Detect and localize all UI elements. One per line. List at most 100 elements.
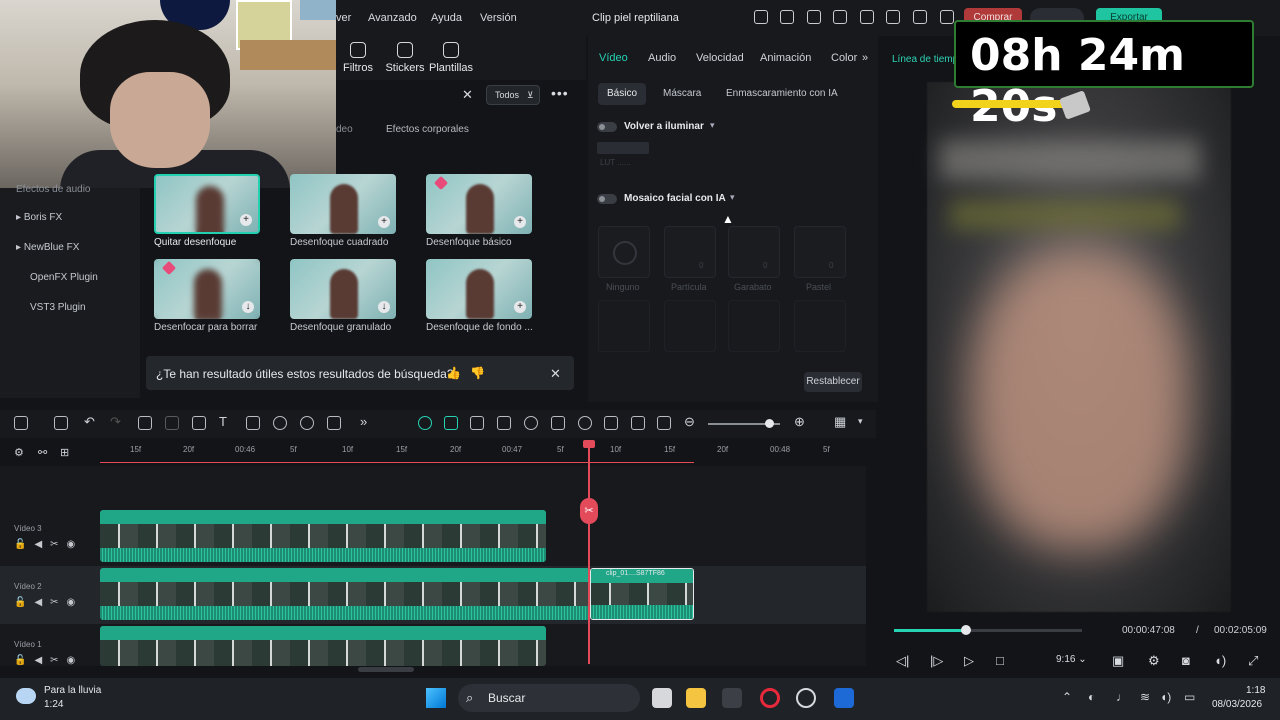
crop-icon[interactable] bbox=[192, 416, 206, 430]
effect-thumb-grain-blur[interactable]: ↓ bbox=[290, 259, 396, 319]
subtab-ai-mask[interactable]: Enmascaramiento con IA bbox=[726, 88, 838, 99]
chatgpt-icon[interactable] bbox=[796, 688, 816, 708]
search-clear-icon[interactable]: ✕ bbox=[462, 87, 473, 103]
timer-icon[interactable] bbox=[300, 416, 314, 430]
unlink-icon[interactable]: ⚯ bbox=[38, 446, 47, 459]
audio-duck-icon[interactable] bbox=[631, 416, 645, 430]
keyframe-icon[interactable] bbox=[327, 416, 341, 430]
zoom-out-icon[interactable]: ⊖ bbox=[684, 414, 695, 430]
mic-icon[interactable]: ♩ bbox=[1116, 690, 1128, 704]
playback-knob[interactable] bbox=[961, 625, 971, 635]
sidebar-item-boris-fx[interactable]: ▸ Boris FX bbox=[16, 212, 62, 223]
mosaic-none[interactable] bbox=[598, 226, 650, 278]
tab-body-effects[interactable]: Efectos corporales bbox=[386, 124, 469, 135]
volume-icon[interactable]: ◖) bbox=[1160, 690, 1171, 704]
more-icon[interactable]: ••• bbox=[551, 85, 569, 101]
templates-tool[interactable]: Plantillas bbox=[429, 40, 473, 74]
mosaic-option[interactable] bbox=[664, 300, 716, 352]
mosaic-option[interactable] bbox=[728, 300, 780, 352]
zoom-knob[interactable] bbox=[765, 419, 774, 428]
tab-video[interactable]: deo bbox=[336, 124, 353, 135]
reset-button[interactable]: Restablecer bbox=[804, 372, 862, 392]
download-icon[interactable]: ↓ bbox=[378, 301, 390, 313]
undo-icon[interactable]: ↶ bbox=[84, 414, 95, 430]
track-controls[interactable]: 🔓◀✂◉ bbox=[14, 539, 83, 550]
clock-date[interactable]: 08/03/2026 bbox=[1212, 699, 1262, 710]
add-icon[interactable]: + bbox=[514, 216, 526, 228]
add-icon[interactable]: + bbox=[240, 214, 252, 226]
mic-icon[interactable] bbox=[578, 416, 592, 430]
add-icon[interactable]: + bbox=[514, 301, 526, 313]
effect-thumb-blur-to-erase[interactable]: ↓ bbox=[154, 259, 260, 319]
delete-icon[interactable] bbox=[138, 416, 152, 430]
filter-dropdown[interactable]: Todos ⊻ bbox=[486, 85, 540, 105]
save-icon[interactable] bbox=[860, 10, 874, 24]
mosaic-option[interactable] bbox=[794, 300, 846, 352]
playhead[interactable] bbox=[588, 444, 590, 664]
battery-icon[interactable]: ▭ bbox=[1184, 690, 1195, 704]
speed-icon[interactable] bbox=[273, 416, 287, 430]
play-icon[interactable]: ▷ bbox=[964, 653, 974, 669]
close-icon[interactable]: ✕ bbox=[550, 366, 561, 382]
fullscreen-icon[interactable]: ⤢ bbox=[1248, 653, 1258, 669]
sidebar-item-newblue-fx[interactable]: ▸ NewBlue FX bbox=[16, 242, 79, 253]
menu-item-avanzado[interactable]: Avanzado bbox=[368, 12, 417, 24]
tab-speed[interactable]: Velocidad bbox=[696, 52, 744, 64]
task-view-icon[interactable] bbox=[652, 688, 672, 708]
thumbs-up-icon[interactable]: 👍 bbox=[446, 366, 461, 380]
track-controls[interactable]: 🔓◀✂◉ bbox=[14, 597, 83, 608]
chevron-up-icon[interactable]: ⌃ bbox=[1062, 690, 1072, 704]
ai-tool-icon[interactable] bbox=[246, 416, 260, 430]
track-controls[interactable]: 🔓◀✂◉ bbox=[14, 655, 83, 666]
download-icon[interactable]: ↓ bbox=[242, 301, 254, 313]
text-icon[interactable]: T bbox=[219, 414, 227, 429]
subtab-basic[interactable]: Básico bbox=[598, 83, 646, 105]
sidebar-item-vst3[interactable]: VST3 Plugin bbox=[30, 302, 86, 313]
weather-icon[interactable] bbox=[16, 688, 36, 704]
filmora-icon[interactable] bbox=[834, 688, 854, 708]
color-icon[interactable] bbox=[524, 416, 538, 430]
aspect-ratio-dropdown[interactable]: 9:16 ⌄ bbox=[1056, 654, 1087, 665]
terminal-icon[interactable] bbox=[722, 688, 742, 708]
filters-tool[interactable]: Filtros bbox=[336, 40, 380, 74]
menu-item-version[interactable]: Versión bbox=[480, 12, 517, 24]
mosaic-pastel[interactable]: 0 bbox=[794, 226, 846, 278]
prev-frame-icon[interactable]: ◁| bbox=[896, 653, 909, 669]
snap-icon[interactable] bbox=[444, 416, 458, 430]
send-icon[interactable] bbox=[780, 10, 794, 24]
tab-audio[interactable]: Audio bbox=[648, 52, 676, 64]
timeline-clip[interactable] bbox=[100, 510, 546, 562]
subtitle-icon[interactable] bbox=[657, 416, 671, 430]
shield-icon[interactable] bbox=[551, 416, 565, 430]
meet-icon[interactable]: ◐ bbox=[1088, 690, 1095, 704]
timeline-clip[interactable] bbox=[100, 568, 590, 620]
tab-animation[interactable]: Animación bbox=[760, 52, 811, 64]
mosaic-scribble[interactable]: 0 bbox=[728, 226, 780, 278]
camera-icon[interactable]: ◙ bbox=[1182, 653, 1190, 668]
monitor-icon[interactable] bbox=[833, 10, 847, 24]
mosaic-toggle[interactable] bbox=[597, 194, 617, 204]
clipboard-icon[interactable] bbox=[807, 10, 821, 24]
cut-icon[interactable] bbox=[165, 416, 179, 430]
chevron-down-icon[interactable]: ▾ bbox=[858, 416, 863, 427]
grid-icon[interactable] bbox=[940, 10, 954, 24]
select-icon[interactable] bbox=[54, 416, 68, 430]
thumbs-down-icon[interactable]: 👎 bbox=[470, 366, 485, 380]
chevron-right-icon[interactable]: » bbox=[862, 52, 868, 64]
chevron-down-icon[interactable]: ▾ bbox=[710, 120, 715, 131]
menu-item-ayuda[interactable]: Ayuda bbox=[431, 12, 462, 24]
taskbar-search[interactable] bbox=[458, 684, 640, 712]
windows-start-icon[interactable] bbox=[426, 688, 446, 708]
effect-thumb-background-blur[interactable]: + bbox=[426, 259, 532, 319]
sidebar-item-openfx[interactable]: OpenFX Plugin bbox=[30, 272, 98, 283]
add-icon[interactable]: + bbox=[378, 216, 390, 228]
stickers-tool[interactable]: Stickers bbox=[383, 40, 427, 74]
weather-title[interactable]: Para la lluvia bbox=[44, 685, 101, 696]
effect-thumb-basic-blur[interactable]: + bbox=[426, 174, 532, 234]
zoom-in-icon[interactable]: ⊕ bbox=[794, 414, 805, 430]
settings-icon[interactable]: ⚙ bbox=[1148, 653, 1160, 669]
more-tools-icon[interactable]: » bbox=[360, 414, 367, 429]
timeline-clip[interactable] bbox=[100, 626, 546, 666]
scissors-icon[interactable]: ✂ bbox=[580, 498, 598, 524]
next-frame-icon[interactable]: |▷ bbox=[930, 653, 943, 669]
